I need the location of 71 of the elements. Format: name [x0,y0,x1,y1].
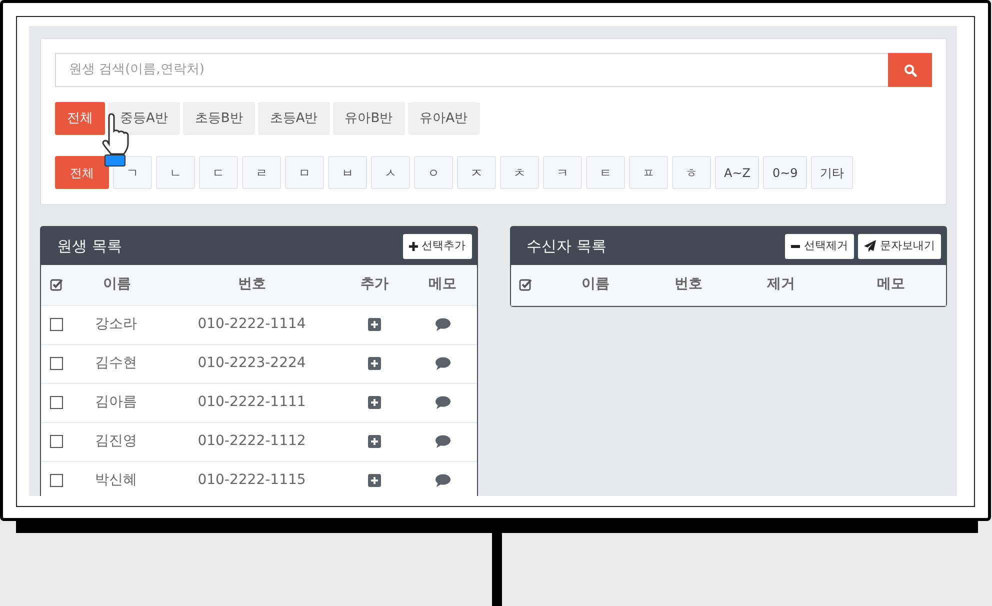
letter-filter-button[interactable]: ㅁ [285,156,324,189]
minus-icon [791,244,800,248]
name-cell: 박신혜 [71,461,163,496]
class-filter-button[interactable]: 유아A반 [408,102,480,135]
class-filter-button[interactable]: 초등A반 [258,102,330,135]
search-field[interactable]: 원생 검색(이름,연락처) [55,53,888,87]
column-header: 이름 [71,265,163,305]
letter-filter-button[interactable]: 전체 [55,156,109,189]
phone-cell: 010-2223-2224 [163,344,340,383]
search-button[interactable] [888,53,932,87]
plus-square-icon[interactable] [368,318,381,331]
letter-filter-button[interactable]: ㄷ [199,156,238,189]
letter-filter-button[interactable]: 0~9 [763,156,807,189]
remove-selected-button[interactable]: 선택제거 [785,234,854,258]
row-checkbox[interactable] [50,318,62,331]
class-filter-button[interactable]: 전체 [55,102,105,135]
select-all-header[interactable] [510,265,540,305]
letter-filter-button[interactable]: ㅍ [629,156,668,189]
add-selected-button[interactable]: 선택추가 [402,234,472,258]
phone-cell: 010-2222-1115 [163,461,340,496]
phone-cell: 010-2222-1114 [163,305,340,344]
select-all-header[interactable] [41,265,71,305]
speech-bubble-icon[interactable] [434,356,450,370]
letter-filter-button[interactable]: ㅇ [414,156,453,189]
plus-icon [408,242,418,250]
letter-filter-button[interactable]: A~Z [715,156,760,189]
row-checkbox[interactable] [50,474,62,487]
row-checkbox[interactable] [50,396,62,409]
letter-filter-button[interactable]: ㅂ [328,156,367,189]
speech-bubble-icon[interactable] [434,396,450,409]
letter-filter-button[interactable]: ㄴ [156,156,195,189]
class-filter-button[interactable]: 유아B반 [332,102,405,135]
column-header: 추가 [340,265,408,305]
paper-plane-icon [864,240,876,252]
check-square-icon [50,278,62,291]
letter-filter-button[interactable]: ㄹ [242,156,281,189]
class-filter-button[interactable]: 초등B반 [182,102,255,135]
plus-square-icon[interactable] [368,434,381,448]
letter-filter-button[interactable]: 기타 [810,156,853,189]
panel-title: 원생 목록 [57,236,123,257]
letter-filter-button[interactable]: ㅋ [543,156,582,189]
search-icon [904,64,916,76]
column-header: 이름 [540,265,650,305]
phone-cell: 010-2222-1112 [163,422,340,461]
speech-bubble-icon[interactable] [434,434,450,448]
plus-square-icon[interactable] [368,396,381,409]
column-header: 제거 [726,265,836,305]
speech-bubble-icon[interactable] [434,474,450,487]
send-selected-button[interactable]: 문자보내기 [858,234,941,258]
row-checkbox[interactable] [50,356,62,370]
name-cell: 김진영 [71,422,163,461]
name-cell: 강소라 [71,305,163,344]
column-header: 번호 [650,265,726,305]
phone-cell: 010-2222-1111 [163,383,340,422]
plus-square-icon[interactable] [368,474,381,487]
letter-filter-button[interactable]: ㅌ [586,156,625,189]
row-checkbox[interactable] [50,434,62,448]
name-cell: 김아름 [71,383,163,422]
name-cell: 김수현 [71,344,163,383]
panel-title: 수신자 목록 [526,236,608,257]
column-header: 번호 [163,265,340,305]
column-header: 메모 [408,265,476,305]
letter-filter-button[interactable]: ㅊ [500,156,539,189]
speech-bubble-icon[interactable] [434,318,450,331]
letter-filter-button[interactable]: ㅎ [672,156,711,189]
letter-filter-button[interactable]: ㅈ [457,156,496,189]
class-filter-button[interactable]: 중등A반 [108,102,180,135]
plus-square-icon[interactable] [368,356,381,370]
column-header: 메모 [836,265,946,305]
letter-filter-button[interactable]: ㅅ [371,156,410,189]
check-square-icon [519,278,532,291]
